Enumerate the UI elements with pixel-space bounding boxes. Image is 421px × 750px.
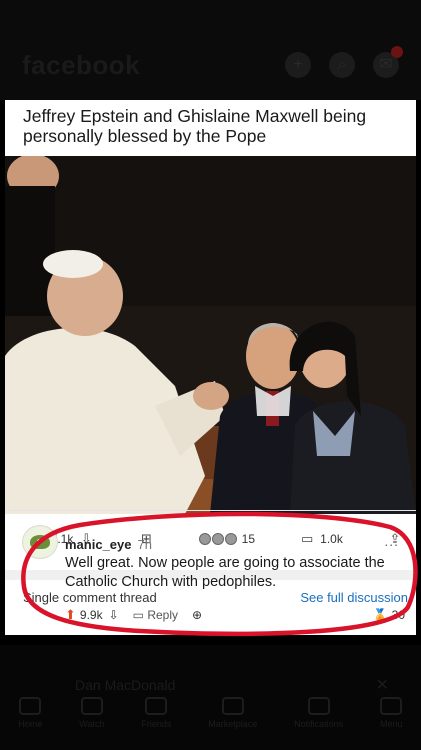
watch-icon [80, 697, 103, 715]
tab-notifications[interactable]: Notifications [294, 697, 343, 729]
tab-label: Friends [141, 719, 172, 729]
friends-icon [145, 697, 168, 715]
search-icon[interactable]: ⌕ [329, 52, 355, 78]
tab-home[interactable]: Home [18, 697, 42, 729]
award-icons [198, 533, 237, 545]
plus-icon[interactable]: + [285, 52, 311, 78]
more-options-icon[interactable]: ... [384, 533, 399, 549]
comment-awards[interactable]: 🏅 30 [373, 608, 405, 622]
comment-score: 9.9k [79, 608, 103, 622]
bell-icon [307, 697, 330, 715]
comment-header: manic_eye 7h [65, 537, 152, 552]
tab-label: Home [18, 719, 43, 729]
award-icon [198, 533, 211, 545]
award-icon [211, 533, 224, 545]
award-count: 15 [241, 532, 255, 546]
tab-friends[interactable]: Friends [141, 697, 171, 729]
bottom-tabs: Home Watch Friends Marketplace Notificat… [0, 697, 421, 729]
reply-label: Reply [147, 608, 179, 622]
comment-downvote-icon[interactable]: ⇩ [109, 608, 119, 622]
header-icons: + ⌕ ✉ [285, 46, 403, 78]
comment-separator [5, 510, 416, 511]
marketplace-icon [221, 697, 244, 715]
avatar[interactable] [22, 525, 58, 559]
comment-upvote-icon[interactable]: ⬆ [65, 607, 76, 623]
comment-award-button[interactable]: ⊕ [192, 608, 202, 622]
comment-time: 7h [137, 537, 152, 552]
post-photo[interactable] [5, 156, 416, 514]
see-full-discussion-link[interactable]: See full discussion [300, 590, 408, 605]
thread-bar: Single comment thread See full discussio… [23, 590, 408, 605]
tab-label: Watch [79, 719, 105, 729]
home-icon [19, 697, 42, 715]
menu-icon [380, 697, 403, 715]
tab-label: Menu [379, 719, 403, 729]
tab-marketplace[interactable]: Marketplace [208, 697, 257, 729]
facebook-logo[interactable]: facebook [22, 50, 140, 81]
comment-icon: ▭ [300, 531, 314, 546]
facebook-header: facebook + ⌕ ✉ [0, 0, 421, 100]
facebook-bottom-nav: Dan MacDonald ✕ Home Watch Friends Marke… [0, 645, 421, 750]
comment-count: 1.0k [320, 532, 343, 546]
post-title[interactable]: Jeffrey Epstein and Ghislaine Maxwell be… [23, 106, 403, 146]
thread-label: Single comment thread [23, 590, 157, 605]
messenger-icon[interactable]: ✉ [373, 46, 403, 78]
awards-group[interactable]: 15 [198, 532, 255, 546]
comments-button[interactable]: ▭ 1.0k [299, 531, 343, 547]
commenter-name[interactable]: Dan MacDonald [75, 677, 175, 693]
comment-username[interactable]: manic_eye [65, 537, 132, 552]
comment-action-bar: ⬆ 9.9k ⇩ ▭ Reply ⊕ 🏅 30 [65, 605, 405, 625]
tab-label: Notifications [294, 719, 344, 729]
tab-label: Marketplace [208, 719, 258, 729]
reply-button[interactable]: ▭ Reply [133, 608, 178, 622]
close-icon[interactable]: ✕ [376, 675, 389, 695]
comment-award-count: 30 [391, 608, 405, 622]
award-icon: 🏅 [372, 608, 388, 622]
comment-text: Well great. Now people are going to asso… [65, 555, 385, 590]
award-icon [224, 533, 237, 545]
tab-watch[interactable]: Watch [79, 697, 104, 729]
tab-menu[interactable]: Menu [380, 697, 403, 729]
